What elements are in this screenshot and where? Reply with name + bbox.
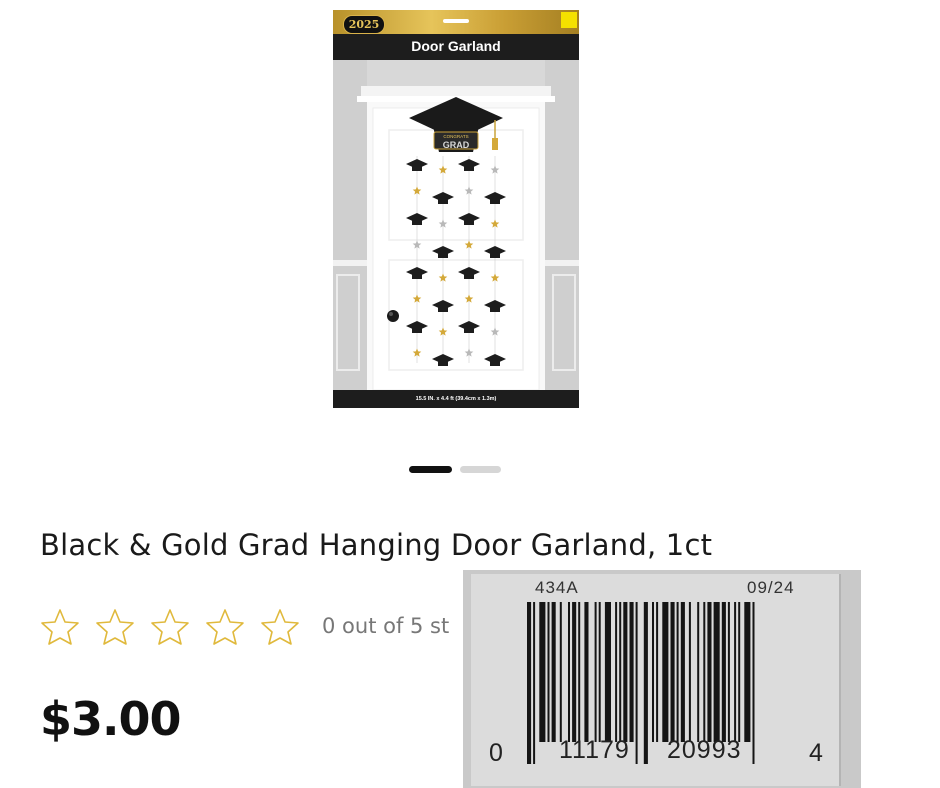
- package-header: 2025 Door Garland: [333, 10, 579, 60]
- barcode-bar: [578, 602, 581, 742]
- star-outline-icon: [151, 609, 189, 645]
- barcode-bar: [676, 602, 679, 742]
- cap-text-top: CONGRATS: [443, 134, 468, 139]
- garland-grad-cap-base: [438, 307, 448, 312]
- barcode-bar: [619, 602, 622, 742]
- barcode-date: 09/24: [747, 578, 795, 597]
- garland-grad-cap-base: [438, 253, 448, 258]
- garland-grad-cap-base: [490, 199, 500, 204]
- barcode-digit-first: 0: [489, 739, 503, 767]
- garland-grad-cap-base: [490, 253, 500, 258]
- garland-grad-cap-base: [464, 328, 474, 333]
- barcode-paper: 434A 09/24 0 11179 20993 4: [471, 574, 841, 786]
- barcode-bar: [594, 602, 597, 742]
- barcode-bar: [713, 602, 720, 742]
- barcode-bar: [584, 602, 589, 742]
- garland-grad-cap-base: [464, 220, 474, 225]
- barcode-batch-code: 434A: [535, 578, 579, 597]
- barcode-bar: [680, 602, 685, 742]
- barcode-bar: [688, 602, 691, 742]
- barcode-bar: [697, 602, 700, 742]
- barcode-bar: [635, 602, 638, 764]
- product-price: $3.00: [40, 692, 182, 746]
- barcode-bar: [604, 602, 611, 742]
- barcode-digits-left: 11179: [559, 736, 630, 764]
- barcode-bar: [539, 602, 546, 742]
- barcode-bar: [752, 602, 755, 764]
- barcode-bar: [629, 602, 634, 742]
- garland-grad-cap-base: [412, 220, 422, 225]
- star-outline-icon: [41, 609, 79, 645]
- barcode-bar: [656, 602, 659, 742]
- barcode-bar: [643, 602, 648, 764]
- barcode-bar: [703, 602, 706, 742]
- garland-grad-cap-base: [412, 166, 422, 171]
- package-corner-sticker: [561, 12, 577, 28]
- barcode-bar: [551, 602, 556, 742]
- barcode-bar: [652, 602, 654, 742]
- barcode-digits-right: 20993: [667, 736, 742, 764]
- package-size-label: 15.5 IN. x 4.4 ft (39.4cm x 1.3m): [333, 390, 579, 408]
- barcode-bar: [727, 602, 730, 742]
- barcode-bar: [527, 602, 532, 764]
- garland-grad-cap-base: [438, 199, 448, 204]
- barcode-bar: [738, 602, 741, 742]
- package-title: Door Garland: [411, 38, 501, 54]
- barcode-bar: [547, 602, 550, 742]
- garland-grad-cap-base: [490, 307, 500, 312]
- barcode-bar: [572, 602, 577, 742]
- garland-grad-cap-base: [412, 328, 422, 333]
- rating-text[interactable]: 0 out of 5 st: [322, 614, 449, 638]
- barcode-bar: [615, 602, 618, 742]
- cap-text-bottom: GRAD: [443, 140, 470, 150]
- barcode-bar: [598, 602, 601, 742]
- barcode-bar: [568, 602, 570, 742]
- carousel-dot-1-active[interactable]: [409, 466, 452, 473]
- barcode-bar: [734, 602, 737, 742]
- star-outline-icon: [96, 609, 134, 645]
- star-outline-icon: [206, 609, 244, 645]
- barcode-bar: [533, 602, 536, 764]
- garland-grad-cap-base: [412, 274, 422, 279]
- carousel-dot-2[interactable]: [460, 466, 501, 473]
- barcode-bar: [721, 602, 726, 742]
- barcode-bar: [559, 602, 562, 742]
- barcode-bar: [670, 602, 675, 742]
- package-year-badge: 2025: [343, 15, 385, 34]
- product-image[interactable]: 2025 Door Garland CONGRATS GRAD 15.5 IN.…: [333, 10, 579, 408]
- barcode-digit-last: 4: [809, 739, 823, 767]
- star-outline-icon: [261, 609, 299, 645]
- barcode-bar: [707, 602, 712, 742]
- package-hanger-hole: [443, 19, 469, 23]
- garland-grad-cap-base: [464, 166, 474, 171]
- door-garland-photo: CONGRATS GRAD: [333, 60, 579, 390]
- garland-grad-cap-base: [464, 274, 474, 279]
- product-title: Black & Gold Grad Hanging Door Garland, …: [40, 528, 713, 562]
- barcode-label-photo: 434A 09/24 0 11179 20993 4: [463, 570, 861, 788]
- garland-grad-cap-base: [438, 361, 448, 366]
- garland-grad-cap-base: [490, 361, 500, 366]
- barcode-bar: [744, 602, 751, 742]
- barcode-bar: [662, 602, 669, 742]
- barcode-bar: [623, 602, 628, 742]
